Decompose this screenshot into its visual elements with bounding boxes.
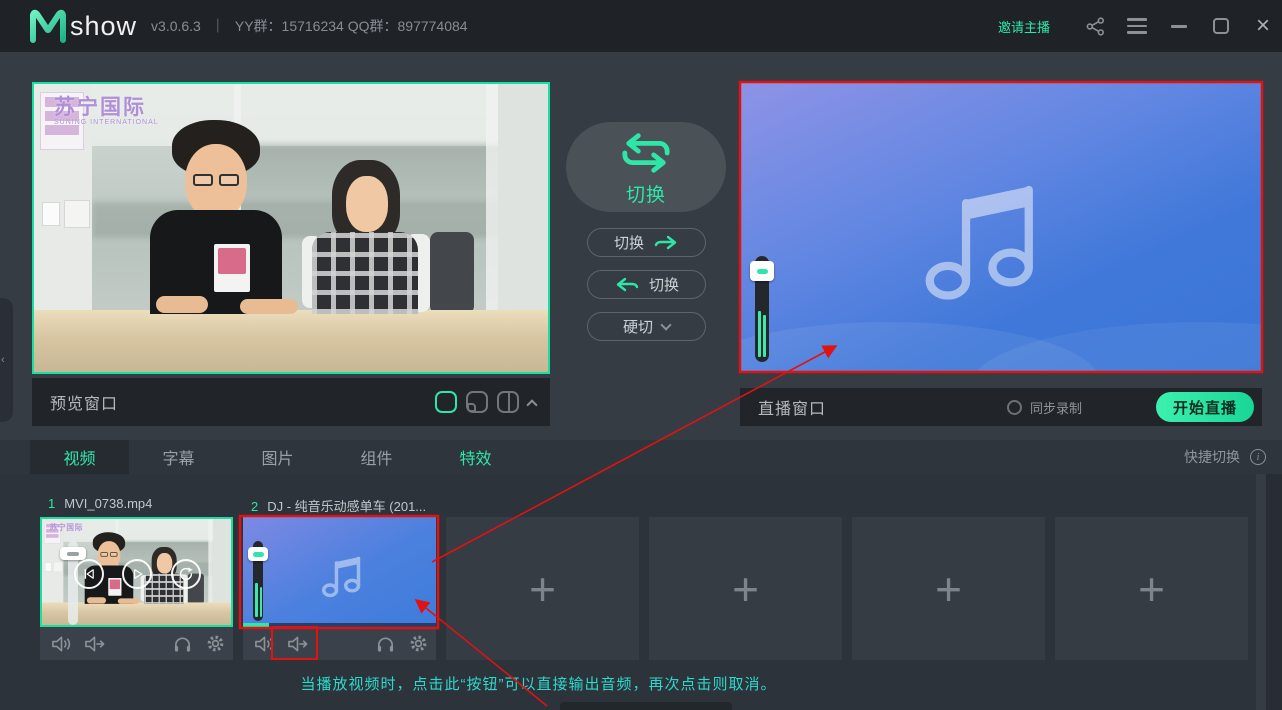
headphone-icon[interactable] (373, 633, 397, 655)
plus-icon: + (732, 562, 759, 615)
live-volume-slider[interactable] (748, 254, 776, 364)
headphone-icon[interactable] (170, 633, 194, 655)
tab-image[interactable]: 图片 (228, 440, 327, 474)
thumb1-volume-handle[interactable] (60, 547, 86, 560)
tab-subtitle[interactable]: 字幕 (129, 440, 228, 474)
close-button[interactable]: × (1252, 14, 1274, 38)
plus-icon: + (529, 562, 556, 615)
chest-card (214, 244, 250, 292)
layout-pip-icon[interactable] (466, 391, 488, 413)
start-live-button[interactable]: 开始直播 (1156, 392, 1254, 422)
chevron-down-icon (660, 319, 672, 331)
title-separator: ｜ (210, 18, 225, 34)
thumb1-toolbar (40, 627, 233, 660)
thumb2-volume-handle[interactable] (248, 547, 268, 561)
sidebar-collapse-handle[interactable]: ‹ (0, 298, 13, 422)
chair (430, 232, 474, 314)
preview-label: 预览窗口 (50, 396, 119, 413)
switch-backward-button[interactable]: 切换 (587, 270, 706, 299)
gear-icon[interactable] (406, 633, 430, 655)
speaker-volume-icon[interactable] (49, 633, 73, 655)
watermark: 苏宁国际 SUNING INTERNATIONAL (54, 96, 159, 127)
media-tabs: 视频 字幕 图片 组件 特效 快捷切换 i (0, 440, 1282, 474)
thumb2-toolbar (243, 627, 436, 660)
audio-output-icon[interactable] (285, 633, 309, 655)
tooltip-edge (560, 702, 732, 710)
loop-icon (179, 567, 193, 581)
annotation-text: 当播放视频时，点击此“按钮”可以直接输出音频，再次点击则取消。 (300, 676, 777, 693)
group-numbers: YY群：15716234 QQ群：897774084 (234, 18, 468, 34)
preview-video: 苏宁国际 SUNING INTERNATIONAL (34, 84, 548, 372)
swap-arrows-icon (622, 132, 670, 173)
add-media-slot[interactable]: + (649, 517, 842, 660)
sync-record-toggle[interactable]: 同步录制 (1006, 388, 1082, 426)
info-icon[interactable]: i (1250, 449, 1266, 465)
skip-start-button[interactable] (74, 559, 104, 589)
minimize-button[interactable] (1168, 15, 1190, 37)
menu-icon[interactable] (1126, 15, 1148, 37)
live-label: 直播窗口 (758, 401, 827, 418)
share-icon[interactable] (1084, 15, 1106, 37)
add-media-slot[interactable]: + (1055, 517, 1248, 660)
thumb2-volume-slider[interactable] (246, 539, 272, 627)
chevron-up-icon[interactable] (526, 398, 538, 411)
tab-widget[interactable]: 组件 (327, 440, 426, 474)
add-media-slot[interactable]: + (446, 517, 639, 660)
preview-bar: 预览窗口 (32, 378, 550, 426)
music-note-icon (321, 556, 361, 598)
invite-anchor-link[interactable]: 邀请主播 (998, 17, 1050, 36)
play-icon (134, 569, 143, 579)
live-volume-handle[interactable] (750, 261, 774, 281)
switch-mode-dropdown[interactable]: 硬切 (587, 312, 706, 341)
table (34, 310, 548, 372)
gear-icon[interactable] (203, 633, 227, 655)
app-version: v3.0.6.3 (151, 18, 201, 34)
arrow-left-icon (616, 277, 639, 291)
live-bar: 直播窗口 同步录制 开始直播 (740, 388, 1262, 426)
audio-output-icon[interactable] (82, 633, 106, 655)
mshow-logo-icon (30, 9, 66, 43)
main-switch-button[interactable]: 切换 (566, 122, 726, 212)
tab-video[interactable]: 视频 (30, 440, 129, 474)
plus-icon: + (1138, 562, 1165, 615)
media-item-2-label: 2 DJ - 纯音乐动感单车 (201... (251, 499, 427, 514)
main-switch-label: 切换 (625, 184, 666, 206)
arrow-right-icon (654, 235, 677, 249)
mshow-app: show v3.0.6.3 ｜ YY群：15716234 QQ群：8977740… (0, 0, 1282, 710)
loop-button[interactable] (171, 559, 201, 589)
app-title: show (70, 10, 138, 41)
host-right (346, 176, 388, 232)
add-media-slot[interactable]: + (852, 517, 1045, 660)
music-note-icon (925, 185, 1033, 300)
speaker-volume-icon[interactable] (252, 633, 276, 655)
tab-effects[interactable]: 特效 (426, 440, 525, 474)
switch-forward-button[interactable]: 切换 (587, 228, 706, 257)
live-audio-meter (758, 311, 766, 357)
scrollbar-track[interactable] (1266, 474, 1282, 710)
scrollbar-thumb[interactable] (1256, 474, 1266, 710)
collapse-icon: ‹ (1, 354, 5, 366)
thumb2-audio-meter (255, 583, 262, 617)
skip-start-icon (84, 569, 94, 579)
media-item-1-label: 1 MVI_0738.mp4 (48, 496, 153, 511)
layout-split-icon[interactable] (497, 391, 519, 413)
layout-single-icon[interactable] (435, 391, 457, 413)
preview-video-window[interactable]: 苏宁国际 SUNING INTERNATIONAL (32, 82, 550, 374)
play-button[interactable] (122, 559, 152, 589)
maximize-button[interactable] (1210, 15, 1232, 37)
host-left (185, 144, 247, 220)
quick-switch-label[interactable]: 快捷切换 (1184, 440, 1240, 474)
radio-icon[interactable] (1006, 399, 1022, 415)
title-bar: show v3.0.6.3 ｜ YY群：15716234 QQ群：8977740… (0, 0, 1282, 52)
plus-icon: + (935, 562, 962, 615)
